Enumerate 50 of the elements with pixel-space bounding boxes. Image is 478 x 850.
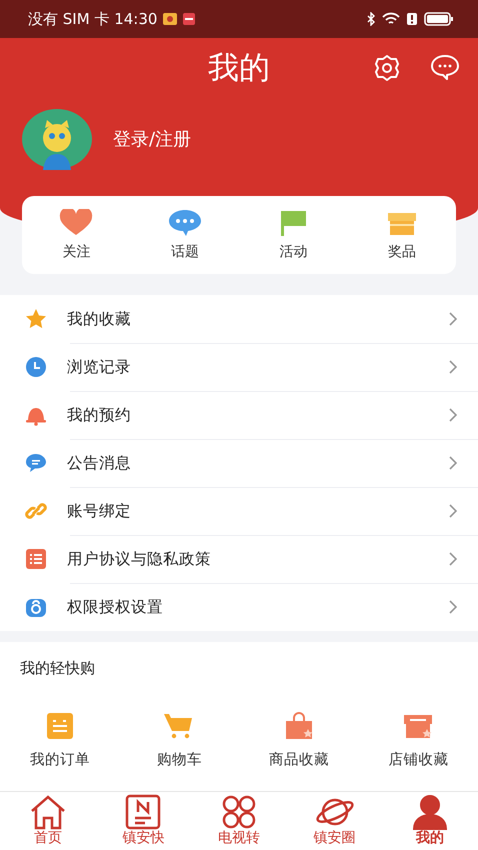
- shop-shortcut[interactable]: 商品收藏: [239, 712, 358, 769]
- chevron-icon: [448, 359, 458, 375]
- chevron-icon: [448, 551, 458, 567]
- chevron-icon: [448, 311, 458, 327]
- page-title: 我的: [208, 49, 270, 88]
- notification-icon: [183, 13, 196, 25]
- menu-item[interactable]: 浏览记录: [0, 343, 478, 391]
- settings-icon[interactable]: [372, 54, 402, 82]
- lock-icon: [25, 596, 47, 618]
- quick-link[interactable]: 奖品: [348, 209, 456, 261]
- sim-alert-icon: [406, 12, 418, 26]
- menu-item[interactable]: 我的收藏: [0, 295, 478, 343]
- nav-tab[interactable]: 电视转: [191, 792, 287, 850]
- news-icon: [123, 794, 164, 830]
- quick-link[interactable]: 活动: [239, 209, 348, 261]
- chevron-icon: [448, 599, 458, 615]
- nav-tab[interactable]: 镇安圈: [286, 792, 382, 850]
- carrier-time: 没有 SIM 卡 14:30: [28, 10, 158, 28]
- nav-tab[interactable]: 镇安快: [96, 792, 192, 850]
- chat-icon: [25, 452, 47, 474]
- link-icon: [25, 500, 47, 522]
- menu-item[interactable]: 权限授权设置: [0, 583, 478, 631]
- quick-link[interactable]: 话题: [130, 209, 239, 261]
- avatar[interactable]: [21, 108, 93, 170]
- menu-item[interactable]: 公告消息: [0, 439, 478, 487]
- menu-item[interactable]: 账号绑定: [0, 487, 478, 535]
- chevron-icon: [448, 407, 458, 423]
- message-icon[interactable]: [430, 54, 460, 82]
- battery-icon: [424, 12, 454, 26]
- section-title: 我的轻快购: [19, 658, 96, 678]
- clock-icon: [25, 356, 47, 378]
- shop-shortcut[interactable]: 店铺收藏: [358, 712, 478, 769]
- shop-shortcut[interactable]: 我的订单: [0, 712, 120, 769]
- nav-tab[interactable]: 我的: [382, 792, 478, 850]
- nav-tab[interactable]: 首页: [0, 792, 96, 850]
- star-icon: [25, 308, 47, 330]
- login-link[interactable]: 登录/注册: [113, 127, 192, 151]
- menu-item[interactable]: 我的预约: [0, 391, 478, 439]
- bluetooth-icon: [366, 12, 376, 26]
- list-icon: [25, 548, 47, 570]
- shop-icon: [402, 712, 434, 740]
- chevron-icon: [448, 503, 458, 519]
- wifi-icon: [382, 12, 400, 26]
- notification-icon: [163, 13, 178, 25]
- menu-item[interactable]: 用户协议与隐私政策: [0, 535, 478, 583]
- heart-icon: [59, 209, 94, 237]
- shop-shortcut[interactable]: 购物车: [120, 712, 239, 769]
- bubble-icon: [168, 209, 202, 237]
- chevron-icon: [448, 455, 458, 471]
- quick-link[interactable]: 关注: [22, 209, 130, 261]
